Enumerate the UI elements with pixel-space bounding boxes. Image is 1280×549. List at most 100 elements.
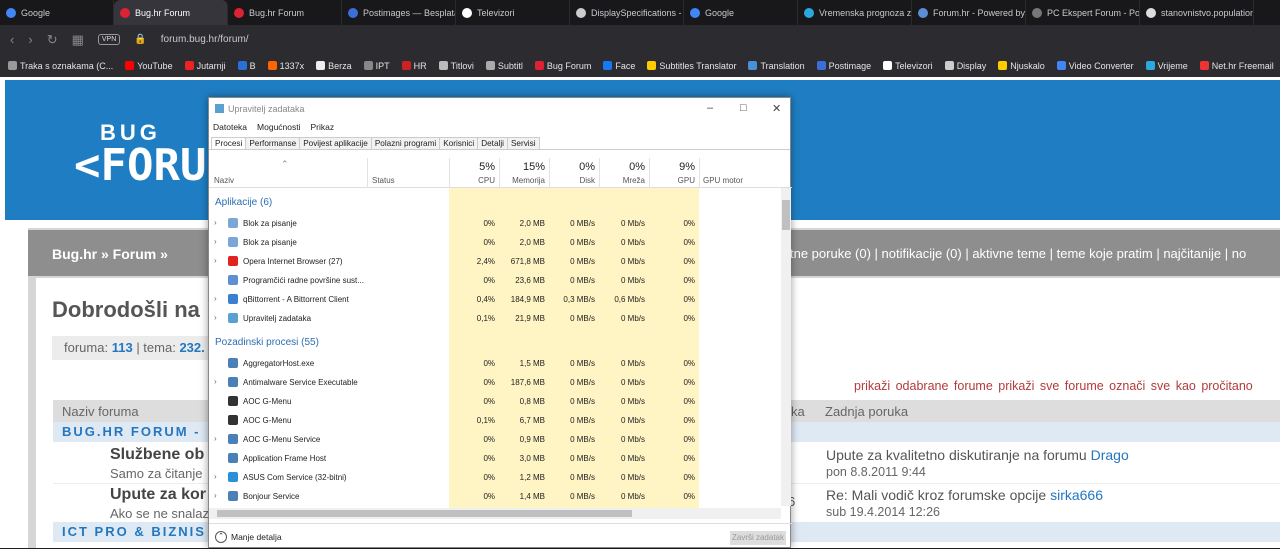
col-gpu[interactable]: GPU — [649, 176, 695, 185]
minimize-icon[interactable]: – — [707, 102, 713, 114]
menu-view[interactable]: Prikaz — [311, 122, 335, 132]
process-row[interactable]: › Antimalware Service Executable 0% 187,6 M… — [209, 373, 781, 392]
fewer-details-button[interactable]: ⌃ Manje detalja — [215, 531, 282, 543]
bookmark-item[interactable]: HR — [401, 61, 427, 71]
scrollbar-thumb[interactable] — [782, 200, 790, 230]
maximize-icon[interactable]: □ — [740, 102, 747, 114]
expand-chevron-icon[interactable]: › — [214, 434, 217, 443]
expand-chevron-icon[interactable]: › — [214, 472, 217, 481]
url-field[interactable]: forum.bug.hr/forum/ — [161, 34, 249, 45]
bookmark-item[interactable]: Njuskalo — [998, 61, 1045, 71]
browser-tab[interactable]: Postimages — Besplatan — [342, 0, 456, 25]
browser-tab[interactable]: Vremenska prognoza za C — [798, 0, 912, 25]
process-row[interactable]: Application Frame Host 0% 3,0 MB 0 MB/s 0 Mb… — [209, 449, 781, 468]
bookmark-item[interactable]: Face — [603, 61, 635, 71]
last-post-title[interactable]: Upute za kvalitetno diskutiranje na foru… — [826, 447, 1091, 463]
col-memory[interactable]: Memorija — [499, 176, 545, 185]
bookmark-item[interactable]: Translation — [748, 61, 805, 71]
bookmark-item[interactable]: Televizori — [883, 61, 933, 71]
browser-tab[interactable]: Google — [684, 0, 798, 25]
expand-chevron-icon[interactable]: › — [214, 313, 217, 322]
expand-chevron-icon[interactable]: › — [214, 218, 217, 227]
forum-title[interactable]: Službene ob — [110, 446, 204, 464]
last-post-title[interactable]: Re: Mali vodič kroz forumske opcije — [826, 487, 1050, 503]
process-row[interactable]: › qBittorrent - A Bittorrent Client 0,4% 18… — [209, 290, 781, 309]
bookmark-item[interactable]: Vrijeme — [1145, 61, 1188, 71]
tab-1[interactable]: Performanse — [245, 137, 301, 149]
top-nav-links[interactable]: tne poruke (0) | notifikacije (0) | akti… — [790, 246, 1246, 261]
horizontal-scrollbar[interactable] — [209, 508, 781, 519]
bookmark-item[interactable]: Bug Forum — [534, 61, 591, 71]
grid-icon[interactable]: ▦ — [72, 32, 84, 48]
tab-6[interactable]: Servisi — [506, 137, 540, 149]
bookmark-item[interactable]: Titlovi — [438, 61, 474, 71]
expand-chevron-icon[interactable]: › — [214, 256, 217, 265]
process-row[interactable]: AggregatorHost.exe 0% 1,5 MB 0 MB/s 0 Mb/s 0% — [209, 354, 781, 373]
close-icon[interactable]: ✕ — [772, 102, 781, 115]
tab-3[interactable]: Polazni programi — [370, 137, 441, 149]
process-row[interactable]: › Blok za pisanje 0% 2,0 MB 0 MB/s 0 Mb/s 0% — [209, 233, 781, 252]
browser-tab[interactable]: Televizori — [456, 0, 570, 25]
last-post[interactable]: Upute za kvalitetno diskutiranje na foru… — [826, 447, 1129, 463]
bookmark-item[interactable]: Display — [944, 61, 986, 71]
forward-icon[interactable]: › — [28, 32, 32, 47]
end-task-button[interactable]: Završi zadatak — [730, 531, 786, 545]
bookmark-item[interactable]: Subtitl — [485, 61, 523, 71]
col-name[interactable]: Naziv — [214, 176, 234, 185]
browser-tab[interactable]: Forum.hr - Powered by vB — [912, 0, 1026, 25]
forum-filter-links[interactable]: prikaži odabrane forume prikaži sve foru… — [854, 379, 1253, 393]
bookmark-item[interactable]: YouTube — [125, 61, 173, 71]
browser-tab[interactable]: stanovnistvo.population.c — [1140, 0, 1254, 25]
browser-tab[interactable]: PC Ekspert Forum - Podup — [1026, 0, 1140, 25]
process-row[interactable]: › Opera Internet Browser (27) 2,4% 671,8 MB… — [209, 252, 781, 271]
process-row[interactable]: AOC G-Menu 0,1% 6,7 MB 0 MB/s 0 Mb/s 0% — [209, 411, 781, 430]
last-post-user[interactable]: Drago — [1091, 447, 1129, 463]
expand-chevron-icon[interactable]: › — [214, 237, 217, 246]
tab-5[interactable]: Detalji — [477, 137, 508, 149]
reload-icon[interactable]: ↻ — [47, 32, 58, 48]
last-post[interactable]: Re: Mali vodič kroz forumske opcije sirk… — [826, 487, 1103, 503]
bookmark-item[interactable]: Postimage — [816, 61, 871, 71]
col-disk[interactable]: Disk — [549, 176, 595, 185]
expand-chevron-icon[interactable]: › — [214, 491, 217, 500]
bookmark-item[interactable]: Video Converter — [1056, 61, 1134, 71]
browser-tab[interactable]: Bug.hr Forum — [228, 0, 342, 25]
menu-file[interactable]: Datoteka — [213, 122, 247, 132]
browser-tab[interactable]: Bug.hr Forum — [114, 0, 228, 25]
col-network[interactable]: Mreža — [599, 176, 645, 185]
process-row[interactable]: › Upravitelj zadataka 0,1% 21,9 MB 0 MB/s 0 M… — [209, 309, 781, 328]
bookmark-item[interactable]: Net.hr Freemail — [1199, 61, 1274, 71]
bookmark-item[interactable]: Subtitles Translator — [647, 61, 736, 71]
scrollbar-thumb[interactable] — [217, 510, 632, 517]
last-post-user[interactable]: sirka666 — [1050, 487, 1103, 503]
expand-chevron-icon[interactable]: › — [214, 294, 217, 303]
bookmark-item[interactable]: IPT — [363, 61, 390, 71]
vertical-scrollbar[interactable] — [781, 188, 791, 506]
bookmark-item[interactable]: Jutarnji — [184, 61, 226, 71]
bookmark-item[interactable]: 1337x — [267, 61, 304, 71]
site-logo[interactable]: <FORU — [74, 140, 206, 191]
col-status[interactable]: Status — [372, 176, 395, 185]
process-row[interactable]: › Bonjour Service 0% 1,4 MB 0 MB/s 0 Mb/s 0% — [209, 487, 781, 506]
menu-options[interactable]: Mogućnosti — [257, 122, 300, 132]
back-icon[interactable]: ‹ — [10, 32, 14, 47]
process-row[interactable]: Programčići radne površine sust... 0% 23,6… — [209, 271, 781, 290]
title-bar[interactable]: Upravitelj zadataka — [209, 98, 790, 119]
breadcrumb[interactable]: Bug.hr » Forum » — [52, 246, 168, 262]
process-row[interactable]: › AOC G-Menu Service 0% 0,9 MB 0 MB/s 0 Mb/s 0… — [209, 430, 781, 449]
tab-0[interactable]: Procesi — [211, 137, 247, 149]
process-row[interactable]: › Blok za pisanje 0% 2,0 MB 0 MB/s 0 Mb/s 0% — [209, 214, 781, 233]
expand-chevron-icon[interactable]: › — [214, 377, 217, 386]
bookmark-item[interactable]: B — [237, 61, 256, 71]
col-gpu-engine[interactable]: GPU motor — [703, 176, 743, 185]
col-cpu[interactable]: CPU — [449, 176, 495, 185]
tab-2[interactable]: Povijest aplikacije — [299, 137, 372, 149]
process-row[interactable]: AOC G-Menu 0% 0,8 MB 0 MB/s 0 Mb/s 0% — [209, 392, 781, 411]
bookmark-item[interactable]: Berza — [316, 61, 352, 71]
tab-4[interactable]: Korisnici — [439, 137, 479, 149]
browser-tab[interactable]: Google — [0, 0, 114, 25]
forum-title[interactable]: Upute za kor — [110, 486, 206, 504]
vpn-badge[interactable]: VPN — [97, 34, 121, 45]
process-row[interactable]: › ASUS Com Service (32-bitni) 0% 1,2 MB 0 MB… — [209, 468, 781, 487]
bookmark-item[interactable]: Traka s oznakama (C... — [8, 61, 113, 71]
